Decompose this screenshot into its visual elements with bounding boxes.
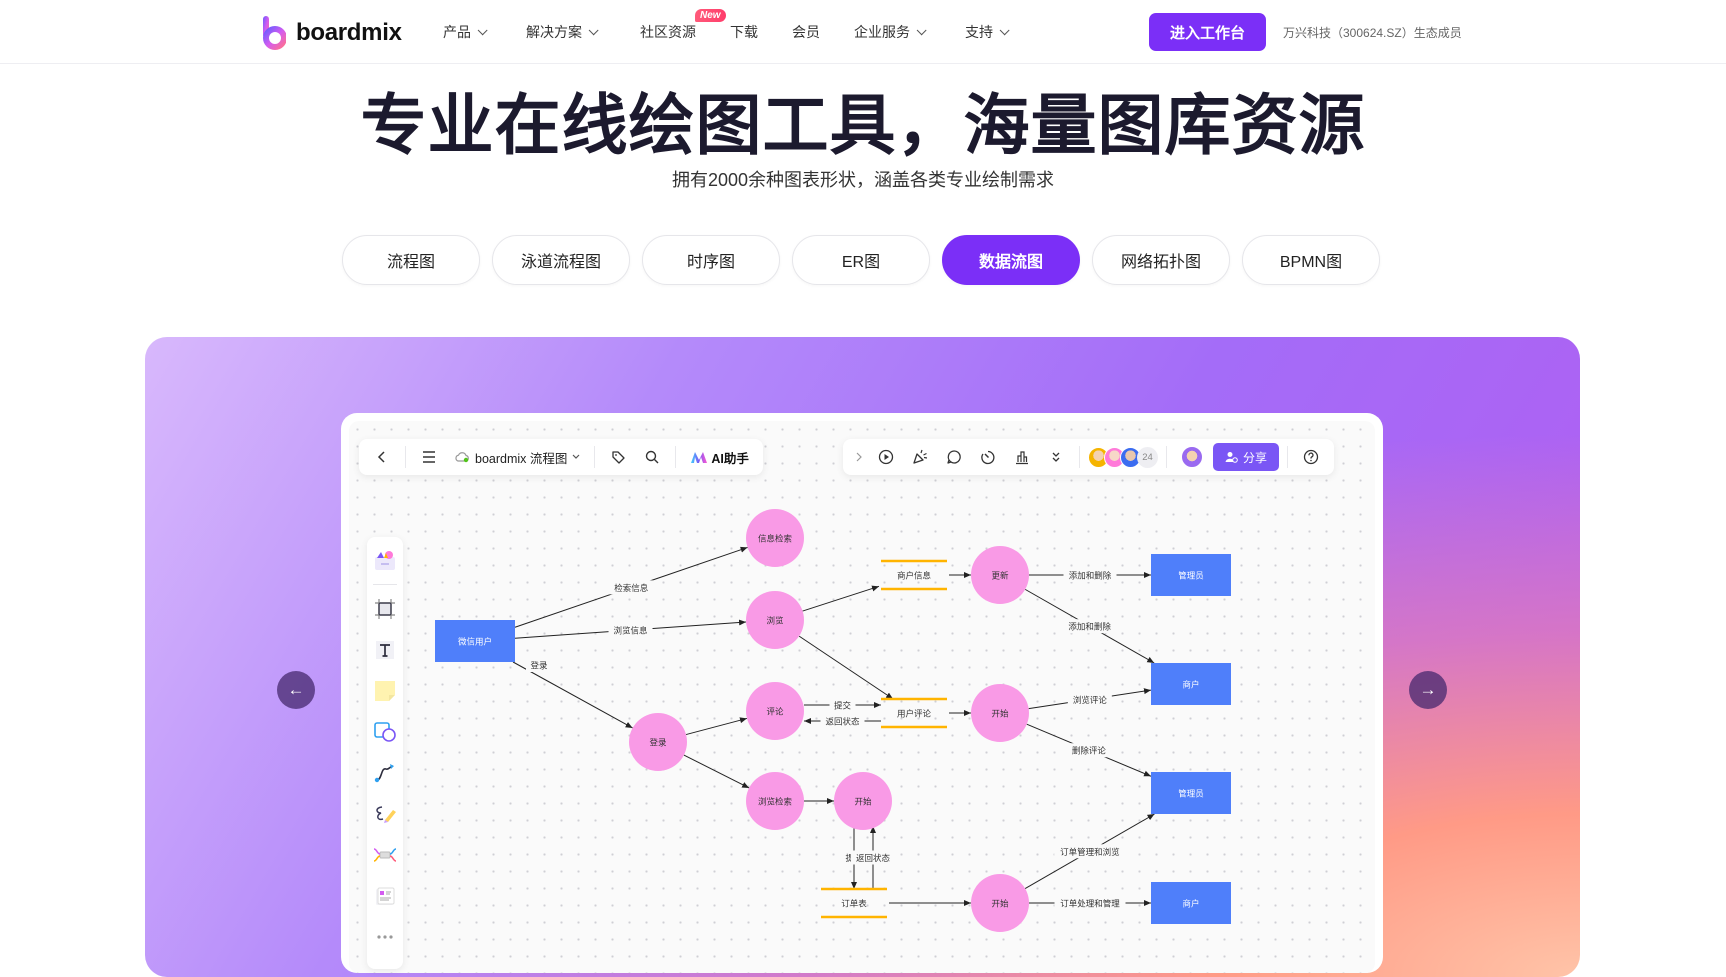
data-store[interactable]: 用户评论 (881, 697, 947, 729)
flow-arrow[interactable] (683, 754, 750, 789)
process-label: 浏览 (766, 616, 783, 627)
tab-swimlane[interactable]: 泳道流程图 (492, 235, 630, 285)
nav-item-enterprise[interactable]: 企业服务 (854, 22, 927, 42)
page-title: 专业在线绘图工具，海量图库资源 (360, 88, 1366, 162)
entity-label: 管理员 (1178, 571, 1204, 582)
flow-label: 添加和删除 (1068, 622, 1111, 633)
new-badge: New (695, 9, 726, 22)
external-entity[interactable]: 商户 (1151, 882, 1231, 924)
process-label: 开始 (854, 797, 872, 808)
whiteboard-canvas[interactable]: boardmix 流程图 AI助手 24 分享 检索信息 浏览信息 登录 提交 … (349, 421, 1375, 973)
tab-bpmn[interactable]: BPMN图 (1242, 235, 1380, 285)
diagram-type-tabs: 流程图 泳道流程图 时序图 ER图 数据流图 网络拓扑图 BPMN图 (342, 235, 1380, 285)
process-node[interactable]: 浏览检索 (746, 772, 804, 830)
nav-item-membership[interactable]: 会员 (792, 22, 820, 42)
process-node[interactable]: 开始 (971, 874, 1029, 932)
app-preview-window: boardmix 流程图 AI助手 24 分享 检索信息 浏览信息 登录 提交 … (341, 413, 1383, 973)
top-navigation: boardmix 产品 解决方案 社区资源 New 下载 会员 企业服务 支持 … (0, 0, 1726, 64)
external-entity[interactable]: 商户 (1151, 663, 1231, 705)
flow-label: 浏览评论 (1073, 695, 1108, 706)
nav-item-solutions[interactable]: 解决方案 (526, 22, 599, 42)
nav-item-label: 下载 (730, 24, 758, 40)
nav-item-label: 企业服务 (854, 24, 910, 40)
datastore-label: 订单表 (841, 899, 867, 910)
chevron-down-icon (999, 24, 1010, 35)
ecosystem-text: 万兴科技（300624.SZ）生态成员 (1283, 26, 1462, 40)
process-label: 信息检索 (758, 534, 792, 545)
flow-label: 订单处理和管理 (1060, 899, 1120, 910)
process-node[interactable]: 开始 (834, 772, 892, 830)
flow-label: 提交 (834, 701, 852, 712)
process-node[interactable]: 开始 (971, 684, 1029, 742)
flow-label: 登录 (530, 661, 548, 672)
nav-item-product[interactable]: 产品 (443, 22, 488, 42)
flow-label: 订单管理和浏览 (1060, 847, 1120, 858)
entity-label: 商户 (1182, 680, 1199, 691)
datastore-label: 商户信息 (897, 571, 932, 582)
tab-er[interactable]: ER图 (792, 235, 930, 285)
data-flow-diagram: 检索信息浏览信息登录提交返回状态提交返回状态添加和删除添加和删除浏览评论删除评论… (435, 509, 1231, 932)
entity-label: 微信用户 (458, 637, 492, 648)
nav-item-community[interactable]: 社区资源 (640, 22, 696, 42)
arrow-right-icon: → (1419, 680, 1437, 699)
process-node[interactable]: 评论 (746, 682, 804, 740)
flow-label: 返回状态 (825, 717, 860, 728)
flow-label: 返回状态 (856, 853, 891, 864)
process-label: 评论 (766, 707, 784, 718)
chevron-down-icon (477, 24, 488, 35)
data-store[interactable]: 订单表 (821, 887, 887, 919)
flow-arrow[interactable] (798, 635, 894, 700)
process-node[interactable]: 登录 (629, 713, 687, 771)
entity-label: 管理员 (1178, 789, 1204, 800)
nav-item-download[interactable]: 下载 (730, 22, 758, 42)
chevron-down-icon (588, 24, 599, 35)
flow-label: 检索信息 (614, 583, 649, 594)
carousel-prev-button[interactable]: ← (277, 671, 315, 709)
nav-item-support[interactable]: 支持 (965, 22, 1010, 42)
nav-item-label: 社区资源 (640, 24, 696, 40)
process-label: 开始 (991, 709, 1009, 720)
flow-label: 删除评论 (1072, 746, 1107, 757)
nav-item-label: 会员 (792, 24, 820, 40)
process-label: 浏览检索 (758, 797, 792, 808)
tab-flowchart[interactable]: 流程图 (342, 235, 480, 285)
process-label: 登录 (649, 738, 667, 749)
tab-sequence[interactable]: 时序图 (642, 235, 780, 285)
entity-label: 商户 (1182, 899, 1199, 910)
flow-label: 添加和删除 (1069, 571, 1112, 582)
enter-workspace-button[interactable]: 进入工作台 (1149, 13, 1266, 51)
flow-arrow[interactable] (802, 585, 880, 612)
logo[interactable]: boardmix (262, 16, 402, 50)
nav-item-label: 解决方案 (526, 24, 582, 40)
flow-label: 浏览信息 (614, 626, 649, 637)
external-entity[interactable]: 管理员 (1151, 554, 1231, 596)
flow-arrow[interactable] (685, 717, 748, 736)
arrow-left-icon: ← (287, 680, 305, 699)
external-entity[interactable]: 微信用户 (435, 620, 515, 662)
external-entity[interactable]: 管理员 (1151, 772, 1231, 814)
nav-item-label: 产品 (443, 24, 471, 40)
logo-text: boardmix (296, 19, 402, 46)
process-label: 开始 (991, 899, 1009, 910)
process-node[interactable]: 浏览 (746, 591, 804, 649)
process-node[interactable]: 更新 (971, 546, 1029, 604)
boardmix-logo-icon (262, 16, 287, 50)
tab-network-topology[interactable]: 网络拓扑图 (1092, 235, 1230, 285)
nav-item-label: 支持 (965, 24, 993, 40)
data-store[interactable]: 商户信息 (881, 559, 947, 591)
carousel-next-button[interactable]: → (1409, 671, 1447, 709)
chevron-down-icon (916, 24, 927, 35)
page-subtitle: 拥有2000余种图表形状，涵盖各类专业绘制需求 (671, 170, 1055, 190)
datastore-label: 用户评论 (897, 709, 932, 720)
process-label: 更新 (991, 571, 1009, 582)
tab-dataflow[interactable]: 数据流图 (942, 235, 1080, 285)
process-node[interactable]: 信息检索 (746, 509, 804, 567)
